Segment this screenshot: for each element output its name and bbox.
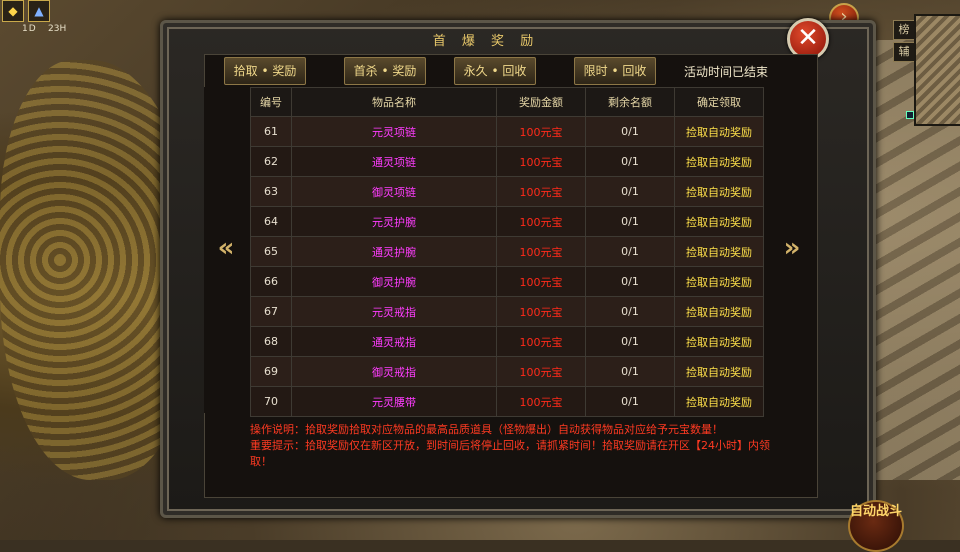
row-item-name: 元灵戒指 — [291, 296, 497, 327]
rank-tab[interactable]: 榜 — [893, 20, 915, 40]
event-status: 活动时间已结束 — [684, 65, 769, 79]
tab-permanent-recycle[interactable]: 永久 • 回收 — [454, 57, 536, 85]
header-item-name: 物品名称 — [291, 87, 497, 117]
row-remaining: 0/1 — [585, 146, 675, 177]
row-remaining: 0/1 — [585, 236, 675, 267]
reward-table: 编号 物品名称 奖励金额 剩余名额 确定领取 61 元灵项链 100元宝 0/1… — [250, 87, 764, 417]
row-remaining: 0/1 — [585, 326, 675, 357]
row-amount: 100元宝 — [496, 296, 586, 327]
claim-button[interactable]: 捡取自动奖励 — [674, 326, 764, 357]
table-row: 66 御灵护腕 100元宝 0/1 捡取自动奖励 — [250, 266, 764, 297]
tab-bar: 拾取 • 奖励 首杀 • 奖励 永久 • 回收 限时 • 回收 活动时间已结束 — [224, 57, 814, 85]
table-row: 62 通灵项链 100元宝 0/1 捡取自动奖励 — [250, 146, 764, 177]
buff-icon-1[interactable]: ◆ — [2, 0, 24, 22]
claim-button[interactable]: 捡取自动奖励 — [674, 146, 764, 177]
assist-tab[interactable]: 辅 — [893, 42, 915, 62]
row-number: 69 — [250, 356, 292, 387]
header-claim: 确定领取 — [674, 87, 764, 117]
claim-button[interactable]: 捡取自动奖励 — [674, 266, 764, 297]
buff-timer-1: 1D — [22, 24, 37, 34]
row-remaining: 0/1 — [585, 386, 675, 417]
claim-button[interactable]: 捡取自动奖励 — [674, 176, 764, 207]
tab-pickup-reward[interactable]: 拾取 • 奖励 — [224, 57, 306, 85]
header-remaining: 剩余名额 — [585, 87, 675, 117]
row-number: 70 — [250, 386, 292, 417]
row-number: 62 — [250, 146, 292, 177]
row-number: 61 — [250, 116, 292, 147]
row-item-name: 御灵项链 — [291, 176, 497, 207]
row-amount: 100元宝 — [496, 176, 586, 207]
tab-limited-recycle[interactable]: 限时 • 回收 — [574, 57, 656, 85]
row-number: 64 — [250, 206, 292, 237]
row-amount: 100元宝 — [496, 266, 586, 297]
buff-timer-2: 23H — [48, 24, 67, 34]
row-amount: 100元宝 — [496, 236, 586, 267]
row-remaining: 0/1 — [585, 116, 675, 147]
panel-title: 首 爆 奖 励 — [432, 34, 540, 49]
row-remaining: 0/1 — [585, 296, 675, 327]
row-remaining: 0/1 — [585, 356, 675, 387]
row-amount: 100元宝 — [496, 356, 586, 387]
row-item-name: 元灵护腕 — [291, 206, 497, 237]
row-item-name: 御灵护腕 — [291, 266, 497, 297]
header-number: 编号 — [250, 87, 292, 117]
claim-button[interactable]: 捡取自动奖励 — [674, 356, 764, 387]
prev-page-icon[interactable]: « — [212, 232, 240, 264]
table-row: 68 通灵戒指 100元宝 0/1 捡取自动奖励 — [250, 326, 764, 357]
table-row: 70 元灵腰带 100元宝 0/1 捡取自动奖励 — [250, 386, 764, 417]
table-row: 65 通灵护腕 100元宝 0/1 捡取自动奖励 — [250, 236, 764, 267]
header-amount: 奖励金额 — [496, 87, 586, 117]
table-row: 67 元灵戒指 100元宝 0/1 捡取自动奖励 — [250, 296, 764, 327]
minimap[interactable] — [914, 14, 960, 126]
tab-first-kill-reward[interactable]: 首杀 • 奖励 — [344, 57, 426, 85]
claim-button[interactable]: 捡取自动奖励 — [674, 116, 764, 147]
claim-button[interactable]: 捡取自动奖励 — [674, 296, 764, 327]
row-amount: 100元宝 — [496, 116, 586, 147]
row-item-name: 通灵护腕 — [291, 236, 497, 267]
claim-button[interactable]: 捡取自动奖励 — [674, 236, 764, 267]
table-row: 63 御灵项链 100元宝 0/1 捡取自动奖励 — [250, 176, 764, 207]
row-amount: 100元宝 — [496, 386, 586, 417]
row-amount: 100元宝 — [496, 206, 586, 237]
row-item-name: 通灵戒指 — [291, 326, 497, 357]
row-number: 65 — [250, 236, 292, 267]
table-header-row: 编号 物品名称 奖励金额 剩余名额 确定领取 — [250, 87, 764, 117]
table-row: 61 元灵项链 100元宝 0/1 捡取自动奖励 — [250, 116, 764, 147]
row-item-name: 元灵项链 — [291, 116, 497, 147]
minimap-toggle[interactable] — [906, 111, 914, 119]
table-row: 69 御灵戒指 100元宝 0/1 捡取自动奖励 — [250, 356, 764, 387]
row-remaining: 0/1 — [585, 266, 675, 297]
important-note: 重要提示：拾取奖励仅在新区开放，到时间后将停止回收，请抓紧时间！拾取奖励请在开区… — [250, 439, 770, 468]
row-item-name: 元灵腰带 — [291, 386, 497, 417]
operation-note: 操作说明：拾取奖励拾取对应物品的最高品质道具（怪物爆出）自动获得物品对应给予元宝… — [250, 423, 723, 436]
claim-button[interactable]: 捡取自动奖励 — [674, 386, 764, 417]
row-number: 66 — [250, 266, 292, 297]
row-amount: 100元宝 — [496, 146, 586, 177]
claim-button[interactable]: 捡取自动奖励 — [674, 206, 764, 237]
row-number: 68 — [250, 326, 292, 357]
row-number: 67 — [250, 296, 292, 327]
row-remaining: 0/1 — [585, 176, 675, 207]
instructions: 操作说明：拾取奖励拾取对应物品的最高品质道具（怪物爆出）自动获得物品对应给予元宝… — [250, 422, 770, 470]
table-row: 64 元灵护腕 100元宝 0/1 捡取自动奖励 — [250, 206, 764, 237]
row-remaining: 0/1 — [585, 206, 675, 237]
row-item-name: 通灵项链 — [291, 146, 497, 177]
row-number: 63 — [250, 176, 292, 207]
row-amount: 100元宝 — [496, 326, 586, 357]
auto-battle-button[interactable]: 自动战斗 — [848, 500, 904, 552]
buff-icon-2[interactable]: ▲ — [28, 0, 50, 22]
next-page-icon[interactable]: » — [778, 232, 806, 264]
row-item-name: 御灵戒指 — [291, 356, 497, 387]
